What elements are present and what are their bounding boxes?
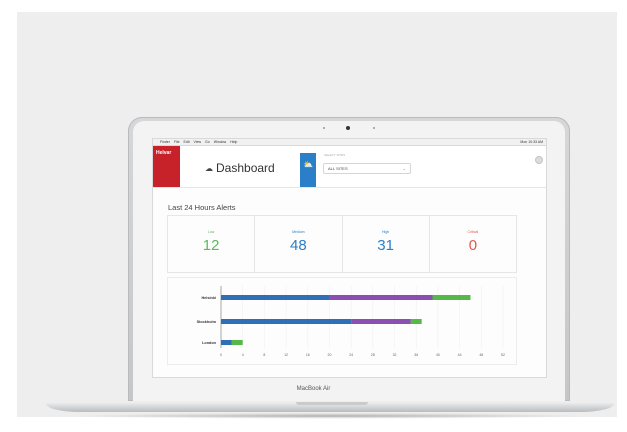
alert-card-label: High <box>382 230 390 234</box>
mac-menubar: Finder File Edit View Go Window Help Mon… <box>153 139 546 146</box>
menu-item-file[interactable]: File <box>174 139 180 145</box>
x-tick-label: 28 <box>371 353 375 357</box>
settings-icon[interactable] <box>535 156 543 164</box>
menu-item-finder[interactable]: Finder <box>160 139 170 145</box>
x-tick-label: 12 <box>284 353 288 357</box>
alert-card-high[interactable]: High 31 <box>343 216 430 272</box>
bar-segment <box>231 340 243 345</box>
alerts-summary: Low 12 Medium 48 High 31 Critical 0 <box>167 215 517 273</box>
x-tick-label: 52 <box>501 353 505 357</box>
alerts-section-title: Last 24 Hours Alerts <box>168 203 236 212</box>
x-tick-label: 24 <box>349 353 353 357</box>
x-tick-label: 32 <box>393 353 397 357</box>
bar-segment <box>351 319 411 324</box>
x-tick-label: 0 <box>220 353 222 357</box>
x-tick-label: 48 <box>479 353 483 357</box>
alert-card-value: 48 <box>290 237 307 254</box>
camera-icon <box>346 126 350 130</box>
bar-segment <box>221 319 352 324</box>
alert-card-label: Low <box>207 230 215 234</box>
site-select-label: SELECT SITES <box>324 153 346 157</box>
site-select-dropdown[interactable]: ALL SITES ⌄ <box>323 163 411 174</box>
bar-segment <box>221 295 330 300</box>
device-label: MacBook Air <box>296 386 331 392</box>
menu-item-window[interactable]: Window <box>214 139 226 145</box>
chart-svg: 0 4 8 12 16 20 24 28 32 36 40 44 48 52HelsinkiStockho… <box>197 286 505 357</box>
x-tick-label: 16 <box>306 353 310 357</box>
menubar-status-clock: Mon 10:33 AM <box>520 140 543 144</box>
app-header: Helvar ☁ Dashboard ⛅ SELECT SITES ALL SI… <box>153 146 546 188</box>
page-title-text: Dashboard <box>216 161 275 175</box>
menu-item-go[interactable]: Go <box>205 139 210 145</box>
alert-card-value: 31 <box>377 237 394 254</box>
alert-card-label: Medium <box>292 230 305 234</box>
page-title: ☁ Dashboard <box>205 161 275 175</box>
x-tick-label: 8 <box>263 353 265 357</box>
x-tick-label: 36 <box>414 353 418 357</box>
cloud-icon: ☁ <box>205 163 213 173</box>
alert-card-critical[interactable]: Critical 0 <box>430 216 516 272</box>
category-label: London <box>202 341 217 345</box>
alert-card-value: 12 <box>202 237 220 254</box>
laptop-base-notch <box>296 402 368 405</box>
alert-card-value: 0 <box>468 237 478 254</box>
bar-segment <box>221 340 232 345</box>
brand-logo[interactable]: Helvar <box>153 146 180 187</box>
menu-item-view[interactable]: View <box>194 139 202 145</box>
category-label: Helsinki <box>201 296 216 300</box>
chevron-down-icon: ⌄ <box>402 166 406 171</box>
menu-item-help[interactable]: Help <box>230 139 237 145</box>
site-select-value: ALL SITES <box>328 166 348 171</box>
alert-card-medium[interactable]: Medium 48 <box>255 216 343 272</box>
x-tick-label: 40 <box>436 353 440 357</box>
category-label: Stockholm <box>197 320 217 324</box>
bar-segment <box>432 295 471 300</box>
x-tick-label: 44 <box>458 353 462 357</box>
x-tick-label: 4 <box>242 353 244 357</box>
alert-card-low[interactable]: Low 12 <box>168 216 256 272</box>
bar-segment <box>329 295 433 300</box>
alert-card-label: Critical <box>467 230 479 234</box>
site-selector-icon[interactable]: ⛅ <box>300 153 316 187</box>
alerts-by-location-chart: 0 4 8 12 16 20 24 28 32 36 40 44 48 52 Helsinki Stockho… <box>167 277 517 365</box>
bar-segment <box>410 319 422 324</box>
laptop-shadow <box>70 413 590 419</box>
camera-sensor-dot <box>373 127 375 129</box>
camera-sensor-dot <box>323 127 325 129</box>
laptop-screen: Finder File Edit View Go Window Help Mon… <box>153 139 546 377</box>
x-tick-label: 20 <box>328 353 332 357</box>
menu-item-edit[interactable]: Edit <box>184 139 190 145</box>
